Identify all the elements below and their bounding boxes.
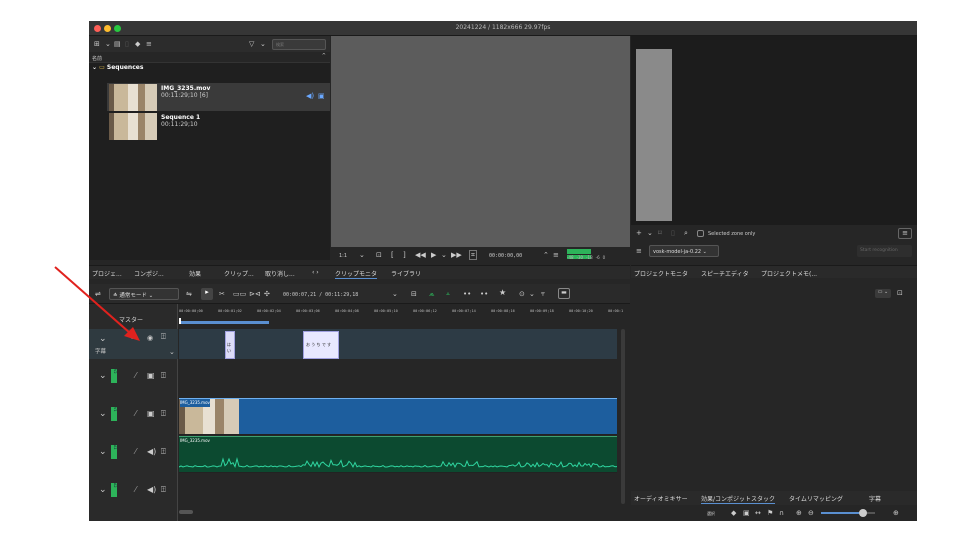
annotation-arrow — [54, 266, 140, 341]
